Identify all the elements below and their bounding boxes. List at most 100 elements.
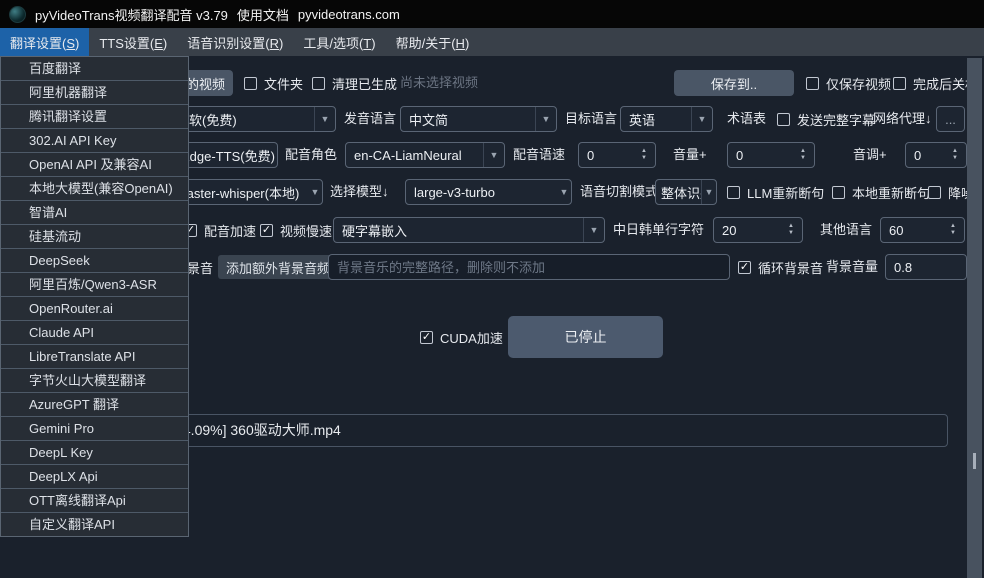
bgm-volume-label: 背景音量 xyxy=(826,254,878,280)
cuda-checkbox[interactable]: CUDA加速 xyxy=(420,324,503,350)
shutdown-after-checkbox[interactable]: 完成后关机 xyxy=(893,70,978,96)
pitch-label: 音调+ xyxy=(853,142,887,168)
menu-help-about[interactable]: 帮助/关于(H) xyxy=(386,28,480,56)
menu-item-302ai[interactable]: 302.AI API Key xyxy=(1,129,188,153)
site-link[interactable]: pyvideotrans.com xyxy=(298,7,400,22)
glossary-link[interactable]: 术语表 xyxy=(727,106,766,132)
other-lang-spinner[interactable]: 60 ▲▼ xyxy=(880,217,965,243)
checkbox-checked-icon xyxy=(420,331,433,344)
send-full-subtitle-checkbox[interactable]: 发送完整字幕 xyxy=(777,106,875,132)
pitch-spinner[interactable]: 0 ▲▼ xyxy=(905,142,967,168)
spin-up-icon: ▲ xyxy=(800,148,806,155)
spin-down-icon: ▼ xyxy=(641,155,647,162)
add-bgm-button[interactable]: 添加额外背景音频 xyxy=(218,255,338,279)
checkbox-icon xyxy=(727,186,740,199)
doc-link[interactable]: 使用文档 xyxy=(237,5,289,24)
spin-down-icon: ▼ xyxy=(800,155,806,162)
bgm-volume-input[interactable] xyxy=(885,254,967,280)
menu-item-siliconflow[interactable]: 硅基流动 xyxy=(1,225,188,249)
menu-item-zhipu[interactable]: 智谱AI xyxy=(1,201,188,225)
proxy-more-button[interactable]: ... xyxy=(936,106,965,132)
menu-item-libretranslate[interactable]: LibreTranslate API xyxy=(1,345,188,369)
menu-item-ali-machine[interactable]: 阿里机器翻译 xyxy=(1,81,188,105)
checkbox-icon xyxy=(244,77,257,90)
voice-rate-spinner[interactable]: 0 ▲▼ xyxy=(578,142,656,168)
split-mode-select[interactable]: 整体识别 ▼ xyxy=(655,179,717,205)
source-language-select[interactable]: 中文简 ▼ xyxy=(400,106,557,132)
menu-item-baidu[interactable]: 百度翻译 xyxy=(1,57,188,81)
split-mode-label: 语音切割模式↓ xyxy=(580,179,665,205)
source-language-label: 发音语言 xyxy=(344,106,396,132)
voice-role-select[interactable]: en-CA-LiamNeural ▼ xyxy=(345,142,505,168)
scrollbar-handle[interactable] xyxy=(973,453,976,469)
bgm-path-input[interactable] xyxy=(328,254,730,280)
video-slow-checkbox[interactable]: 视频慢速 xyxy=(260,217,332,243)
chevron-down-icon: ▼ xyxy=(483,143,504,167)
only-save-video-checkbox[interactable]: 仅保存视频 xyxy=(806,70,891,96)
model-select[interactable]: large-v3-turbo ▼ xyxy=(405,179,572,205)
checkbox-icon xyxy=(893,77,906,90)
other-lang-label: 其他语言 xyxy=(820,217,872,243)
cjk-chars-spinner[interactable]: 20 ▲▼ xyxy=(713,217,803,243)
menu-item-local-llm[interactable]: 本地大模型(兼容OpenAI) xyxy=(1,177,188,201)
spin-down-icon: ▼ xyxy=(952,155,958,162)
subtitle-embed-select[interactable]: 硬字幕嵌入 ▼ xyxy=(333,217,605,243)
spin-up-icon: ▲ xyxy=(950,223,956,230)
voice-speedup-checkbox[interactable]: 配音加速 xyxy=(184,217,256,243)
volume-label: 音量+ xyxy=(673,142,707,168)
folder-checkbox[interactable]: 文件夹 xyxy=(244,70,303,96)
menu-recognition-settings[interactable]: 语音识别设置(R) xyxy=(177,28,293,56)
menu-translate-settings[interactable]: 翻译设置(S) xyxy=(0,28,89,56)
menu-item-openrouter[interactable]: OpenRouter.ai xyxy=(1,297,188,321)
chevron-down-icon: ▼ xyxy=(314,107,335,131)
window-title: pyVideoTrans视频翻译配音 v3.79 xyxy=(35,5,228,24)
checkbox-checked-icon xyxy=(738,261,751,274)
menu-item-azuregpt[interactable]: AzureGPT 翻译 xyxy=(1,393,188,417)
menu-item-custom-api[interactable]: 自定义翻译API xyxy=(1,513,188,536)
file-list-item[interactable]: [4.09%] 360驱动大师.mp4 xyxy=(179,415,341,446)
vertical-scrollbar[interactable] xyxy=(967,58,982,578)
save-to-button[interactable]: 保存到.. xyxy=(674,70,794,96)
menu-item-claude[interactable]: Claude API xyxy=(1,321,188,345)
menu-item-ali-bailian[interactable]: 阿里百炼/Qwen3-ASR xyxy=(1,273,188,297)
network-proxy-label: 网络代理↓ xyxy=(873,106,932,132)
chevron-down-icon: ▼ xyxy=(557,180,571,204)
title-bar: pyVideoTrans视频翻译配音 v3.79 使用文档 pyvideotra… xyxy=(0,0,984,28)
spin-up-icon: ▲ xyxy=(641,148,647,155)
cjk-chars-label: 中日韩单行字符 xyxy=(613,217,704,243)
recognition-channel-select[interactable]: faster-whisper(本地) ▼ xyxy=(174,179,323,205)
menu-bar: 翻译设置(S) TTS设置(E) 语音识别设置(R) 工具/选项(T) 帮助/关… xyxy=(0,28,984,56)
spin-up-icon: ▲ xyxy=(788,223,794,230)
llm-resegment-checkbox[interactable]: LLM重新断句 xyxy=(727,179,824,205)
menu-item-volcano[interactable]: 字节火山大模型翻译 xyxy=(1,369,188,393)
app-window: pyVideoTrans视频翻译配音 v3.79 使用文档 pyvideotra… xyxy=(0,0,984,578)
select-model-label: 选择模型↓ xyxy=(330,179,389,205)
menu-tts-settings[interactable]: TTS设置(E) xyxy=(89,28,177,56)
menu-item-tencent[interactable]: 腾讯翻译设置 xyxy=(1,105,188,129)
voice-rate-label: 配音语速 xyxy=(513,142,565,168)
spin-down-icon: ▼ xyxy=(788,230,794,237)
menu-item-deepseek[interactable]: DeepSeek xyxy=(1,249,188,273)
checkbox-icon xyxy=(806,77,819,90)
chevron-down-icon: ▼ xyxy=(691,107,712,131)
clean-generated-checkbox[interactable]: 清理已生成 xyxy=(312,70,397,96)
checkbox-checked-icon xyxy=(260,224,273,237)
volume-spinner[interactable]: 0 ▲▼ xyxy=(727,142,815,168)
menu-item-deeplx[interactable]: DeepLX Api xyxy=(1,465,188,489)
menu-item-gemini[interactable]: Gemini Pro xyxy=(1,417,188,441)
stopped-button[interactable]: 已停止 xyxy=(508,316,663,358)
checkbox-icon xyxy=(832,186,845,199)
menu-item-deepl[interactable]: DeepL Key xyxy=(1,441,188,465)
target-language-label: 目标语言 xyxy=(565,106,617,132)
chevron-down-icon: ▼ xyxy=(308,180,322,204)
menu-tools-options[interactable]: 工具/选项(T) xyxy=(293,28,385,56)
menu-item-ott[interactable]: OTT离线翻译Api xyxy=(1,489,188,513)
local-resegment-checkbox[interactable]: 本地重新断句 xyxy=(832,179,930,205)
menu-item-openai[interactable]: OpenAI API 及兼容AI xyxy=(1,153,188,177)
app-icon xyxy=(9,6,26,23)
loop-bgm-checkbox[interactable]: 循环背景音 xyxy=(738,254,823,280)
translate-channel-select[interactable]: 微软(免费) ▼ xyxy=(167,106,336,132)
checkbox-icon xyxy=(928,186,941,199)
target-language-select[interactable]: 英语 ▼ xyxy=(620,106,713,132)
no-video-status: 尚未选择视频 xyxy=(400,70,478,96)
